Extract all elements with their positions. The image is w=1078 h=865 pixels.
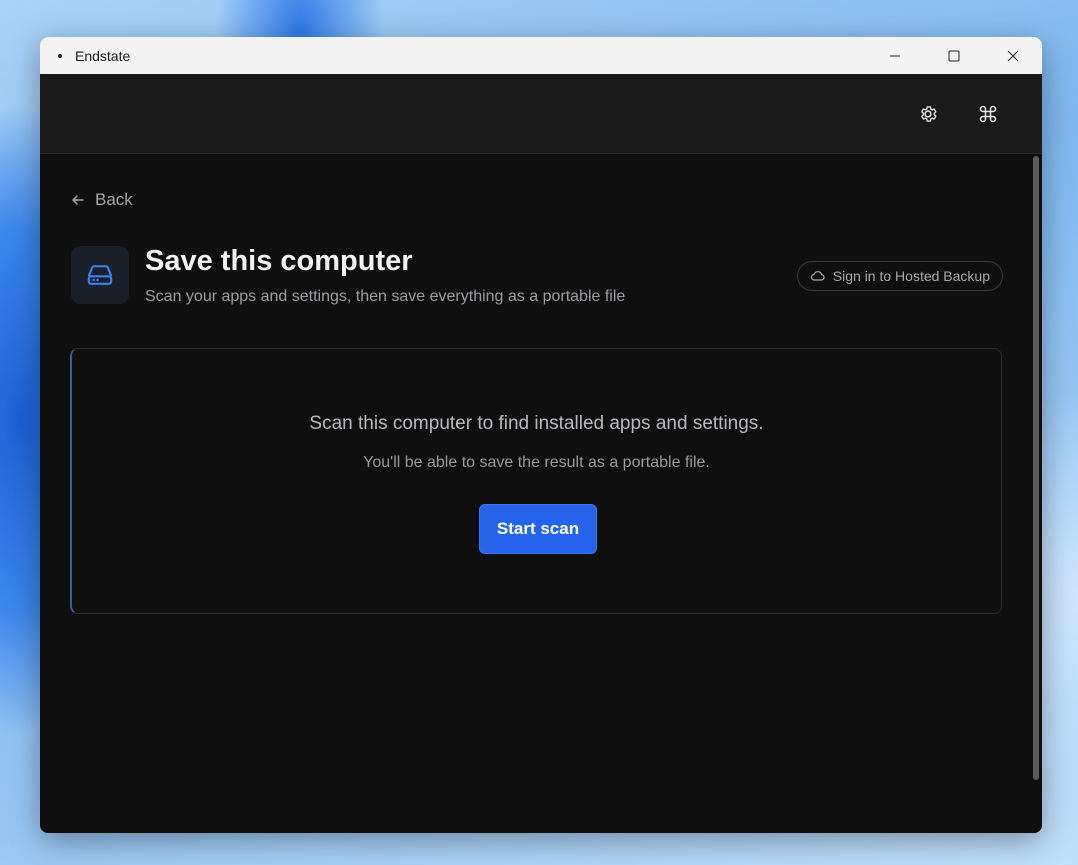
- minimize-icon: [889, 55, 900, 56]
- main-content: Back Save this computer Scan your apps a…: [40, 154, 1042, 833]
- window-title: Endstate: [75, 47, 131, 64]
- sign-in-hosted-backup-button[interactable]: Sign in to Hosted Backup: [796, 261, 1003, 291]
- command-icon: [979, 105, 997, 123]
- scan-card: Scan this computer to find installed app…: [70, 348, 1002, 614]
- vertical-scrollbar[interactable]: [1033, 156, 1039, 780]
- cloud-icon: [810, 271, 825, 281]
- maximize-icon: [948, 50, 959, 61]
- header-icon-tile: [71, 246, 129, 304]
- page-subtitle: Scan your apps and settings, then save e…: [145, 288, 626, 305]
- maximize-button[interactable]: [924, 37, 983, 74]
- settings-button[interactable]: [916, 102, 940, 126]
- back-label: Back: [95, 190, 133, 209]
- window-controls: [865, 37, 1042, 74]
- close-button[interactable]: [983, 37, 1042, 74]
- sign-in-label: Sign in to Hosted Backup: [832, 268, 990, 284]
- back-link[interactable]: Back: [71, 190, 133, 210]
- app-icon: [58, 53, 62, 58]
- scan-message: Scan this computer to find installed app…: [309, 413, 764, 434]
- arrow-left-icon: [72, 195, 84, 205]
- gear-icon: [921, 106, 937, 122]
- command-palette-button[interactable]: [976, 102, 1000, 126]
- hard-drive-icon: [87, 265, 113, 285]
- page-title: Save this computer: [145, 245, 413, 277]
- window-titlebar: Endstate: [40, 37, 1042, 74]
- app-window: Endstate Back Save this computer Scan yo…: [40, 37, 1042, 833]
- scan-sub-message: You'll be able to save the result as a p…: [363, 454, 710, 471]
- app-toolbar: [40, 74, 1042, 154]
- close-icon: [1007, 50, 1018, 61]
- minimize-button[interactable]: [865, 37, 924, 74]
- start-scan-button[interactable]: Start scan: [479, 504, 597, 554]
